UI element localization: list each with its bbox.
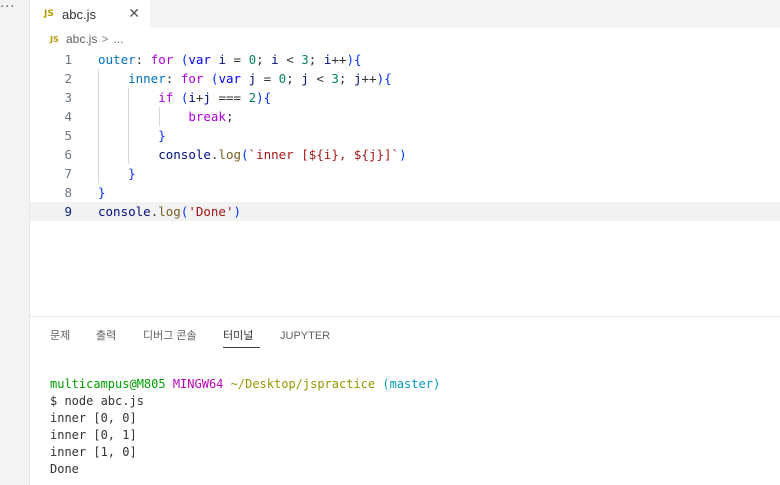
terminal-output-line: inner [0, 1] xyxy=(50,428,137,442)
line-number: 6 xyxy=(64,147,72,162)
editor-tab-bar: JS abc.js ✕ xyxy=(30,0,780,28)
terminal-user-host: multicampus@M805 xyxy=(50,377,166,391)
breadcrumb-file[interactable]: abc.js xyxy=(66,32,97,46)
tab-abc-js[interactable]: JS abc.js ✕ xyxy=(30,0,150,28)
terminal-output-line: inner [1, 0] xyxy=(50,445,137,459)
line-number: 5 xyxy=(64,128,72,143)
javascript-file-icon: JS xyxy=(50,34,59,44)
code-text: outer: for (var i = 0; i < 3; i++){ xyxy=(98,52,362,67)
breadcrumb-symbols[interactable]: ... xyxy=(113,32,123,46)
terminal-prompt: multicampus@M805 MINGW64 ~/Desktop/jspra… xyxy=(50,376,440,393)
terminal-output-line: Done xyxy=(50,462,79,476)
code-text: } xyxy=(158,128,166,143)
code-text: } xyxy=(128,166,136,181)
tab-label: abc.js xyxy=(62,6,96,22)
bottom-panel: 문제 출력 디버그 콘솔 터미널 JUPYTER multicampus@M80… xyxy=(30,316,780,485)
line-number: 7 xyxy=(64,166,72,181)
code-line: 3 if (i+j === 2){ xyxy=(30,88,780,107)
code-line: 7 } xyxy=(30,164,780,183)
terminal-command: $ node abc.js xyxy=(50,394,144,408)
line-number: 2 xyxy=(64,71,72,86)
javascript-file-icon: JS xyxy=(44,9,54,19)
line-number: 1 xyxy=(64,52,72,67)
code-text: console.log('Done') xyxy=(98,204,242,219)
chevron-right-icon: > xyxy=(101,32,109,46)
code-line-current: 9 console.log('Done') xyxy=(30,202,780,221)
tab-debug-console[interactable]: 디버그 콘솔 xyxy=(143,329,197,343)
tab-jupyter[interactable]: JUPYTER xyxy=(280,329,330,343)
tab-problems[interactable]: 문제 xyxy=(50,329,70,343)
active-tab-indicator xyxy=(223,347,260,348)
terminal-env: MINGW64 xyxy=(172,377,224,391)
line-number: 3 xyxy=(64,90,72,105)
code-editor[interactable]: 1 outer: for (var i = 0; i < 3; i++){ 2 … xyxy=(30,50,780,316)
code-line: 6 console.log(`inner [${i}, ${j}]`) xyxy=(30,145,780,164)
close-icon[interactable]: ✕ xyxy=(128,5,140,23)
code-line: 4 break; xyxy=(30,107,780,126)
code-text: break; xyxy=(188,109,234,124)
terminal-branch: (master) xyxy=(382,377,441,391)
code-text: if (i+j === 2){ xyxy=(158,90,272,105)
terminal-path: ~/Desktop/jspractice xyxy=(230,377,376,391)
more-actions-icon[interactable]: ··· xyxy=(0,0,18,17)
code-line: 8 } xyxy=(30,183,780,202)
explorer-strip: ··· xyxy=(0,0,30,485)
line-number: 8 xyxy=(64,185,72,200)
breadcrumb: JS abc.js > ... xyxy=(30,28,780,50)
code-text: } xyxy=(98,185,106,200)
terminal-output-line: inner [0, 0] xyxy=(50,411,137,425)
line-number: 9 xyxy=(64,204,72,219)
code-text: console.log(`inner [${i}, ${j}]`) xyxy=(158,147,407,162)
code-line: 2 inner: for (var j = 0; j < 3; j++){ xyxy=(30,69,780,88)
tab-terminal[interactable]: 터미널 xyxy=(223,329,253,343)
code-line: 5 } xyxy=(30,126,780,145)
code-text: inner: for (var j = 0; j < 3; j++){ xyxy=(128,71,392,86)
tab-output[interactable]: 출력 xyxy=(96,329,116,343)
code-line: 1 outer: for (var i = 0; i < 3; i++){ xyxy=(30,50,780,69)
line-number: 4 xyxy=(64,109,72,124)
